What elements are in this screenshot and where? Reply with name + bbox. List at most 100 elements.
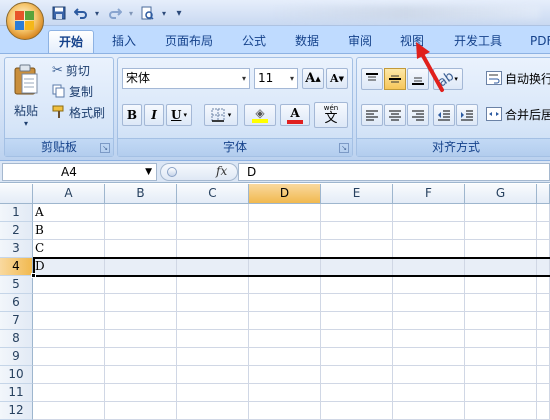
cell-e3[interactable]: [321, 240, 393, 258]
cell-c1[interactable]: [177, 204, 249, 222]
row-header-5[interactable]: 5: [0, 276, 33, 294]
cell-e5[interactable]: [321, 276, 393, 294]
spreadsheet-grid[interactable]: ABCDEFG 1 2 3 4 5 6 7 8 9 10 11 12 ABCD: [0, 184, 550, 420]
align-top-button[interactable]: [361, 68, 383, 90]
cell-e8[interactable]: [321, 330, 393, 348]
row-header-10[interactable]: 10: [0, 366, 33, 384]
cell-a10[interactable]: [33, 366, 105, 384]
cell-e11[interactable]: [321, 384, 393, 402]
column-header-g[interactable]: G: [465, 184, 537, 204]
cell-partial[interactable]: [537, 222, 550, 240]
cell-e6[interactable]: [321, 294, 393, 312]
tab-pdf[interactable]: PDF: [520, 30, 550, 53]
cell-a7[interactable]: [33, 312, 105, 330]
cell-a1[interactable]: A: [33, 204, 105, 222]
cell-a9[interactable]: [33, 348, 105, 366]
cell-e7[interactable]: [321, 312, 393, 330]
cell-e1[interactable]: [321, 204, 393, 222]
cell-partial[interactable]: [537, 330, 550, 348]
cell-partial[interactable]: [537, 204, 550, 222]
office-button[interactable]: [6, 2, 44, 40]
cell-g9[interactable]: [465, 348, 537, 366]
cell-f5[interactable]: [393, 276, 465, 294]
cell-c5[interactable]: [177, 276, 249, 294]
cell-g8[interactable]: [465, 330, 537, 348]
cell-a3[interactable]: C: [33, 240, 105, 258]
customize-qat-icon[interactable]: ▾: [170, 4, 188, 22]
decrease-indent-button[interactable]: [433, 104, 455, 126]
tab-page-layout[interactable]: 页面布局: [155, 30, 223, 53]
cell-g12[interactable]: [465, 402, 537, 420]
cell-a12[interactable]: [33, 402, 105, 420]
align-right-button[interactable]: [407, 104, 429, 126]
cell-b12[interactable]: [105, 402, 177, 420]
tab-review[interactable]: 审阅: [338, 30, 382, 53]
align-left-button[interactable]: [361, 104, 383, 126]
font-name-dropdown-icon[interactable]: ▾: [242, 69, 246, 88]
cell-f9[interactable]: [393, 348, 465, 366]
cell-b1[interactable]: [105, 204, 177, 222]
cell-b11[interactable]: [105, 384, 177, 402]
column-header-f[interactable]: F: [393, 184, 465, 204]
italic-button[interactable]: I: [144, 104, 164, 126]
phonetic-guide-button[interactable]: wén 文: [314, 102, 348, 128]
cell-c12[interactable]: [177, 402, 249, 420]
column-header-a[interactable]: A: [33, 184, 105, 204]
cell-g10[interactable]: [465, 366, 537, 384]
cell-g1[interactable]: [465, 204, 537, 222]
row-header-4[interactable]: 4: [0, 258, 33, 276]
cell-g11[interactable]: [465, 384, 537, 402]
cell-c8[interactable]: [177, 330, 249, 348]
print-preview-icon[interactable]: [138, 4, 156, 22]
cell-partial[interactable]: [537, 312, 550, 330]
row-header-2[interactable]: 2: [0, 222, 33, 240]
clipboard-dialog-launcher-icon[interactable]: ↘: [100, 143, 110, 153]
row-header-6[interactable]: 6: [0, 294, 33, 312]
cell-f2[interactable]: [393, 222, 465, 240]
cell-f8[interactable]: [393, 330, 465, 348]
font-name-combo[interactable]: 宋体 ▾: [122, 68, 250, 89]
cell-a5[interactable]: [33, 276, 105, 294]
column-header-d[interactable]: D: [249, 184, 321, 204]
cell-c3[interactable]: [177, 240, 249, 258]
tab-formulas[interactable]: 公式: [232, 30, 276, 53]
cell-d9[interactable]: [249, 348, 321, 366]
cell-partial[interactable]: [537, 384, 550, 402]
cell-c9[interactable]: [177, 348, 249, 366]
cell-f1[interactable]: [393, 204, 465, 222]
cell-c10[interactable]: [177, 366, 249, 384]
cell-f6[interactable]: [393, 294, 465, 312]
cell-a6[interactable]: [33, 294, 105, 312]
cell-c7[interactable]: [177, 312, 249, 330]
wrap-text-button[interactable]: 自动换行: [485, 68, 550, 88]
cell-partial[interactable]: [537, 294, 550, 312]
font-color-button[interactable]: A: [280, 104, 310, 126]
column-header-c[interactable]: C: [177, 184, 249, 204]
cell-e2[interactable]: [321, 222, 393, 240]
underline-button[interactable]: U ▾: [166, 104, 192, 126]
cell-f10[interactable]: [393, 366, 465, 384]
row-header-8[interactable]: 8: [0, 330, 33, 348]
column-header-b[interactable]: B: [105, 184, 177, 204]
cell-g7[interactable]: [465, 312, 537, 330]
name-box[interactable]: A4 ▼: [2, 163, 157, 181]
cell-partial[interactable]: [537, 240, 550, 258]
undo-dropdown-icon[interactable]: ▾: [88, 4, 106, 22]
cell-g5[interactable]: [465, 276, 537, 294]
cell-b5[interactable]: [105, 276, 177, 294]
cell-partial[interactable]: [537, 348, 550, 366]
cell-b3[interactable]: [105, 240, 177, 258]
cell-b10[interactable]: [105, 366, 177, 384]
tab-home[interactable]: 开始: [48, 30, 95, 53]
cut-button[interactable]: ✂ 剪切: [51, 60, 111, 80]
cell-f7[interactable]: [393, 312, 465, 330]
cell-e12[interactable]: [321, 402, 393, 420]
cell-d2[interactable]: [249, 222, 321, 240]
row-header-3[interactable]: 3: [0, 240, 33, 258]
increase-indent-button[interactable]: [456, 104, 478, 126]
cell-b9[interactable]: [105, 348, 177, 366]
formula-bar-handle-icon[interactable]: [167, 167, 177, 177]
cell-d10[interactable]: [249, 366, 321, 384]
formula-input[interactable]: D: [238, 163, 550, 181]
cell-c6[interactable]: [177, 294, 249, 312]
